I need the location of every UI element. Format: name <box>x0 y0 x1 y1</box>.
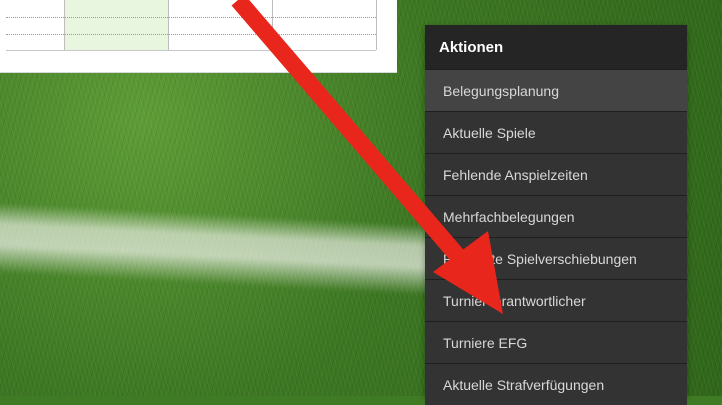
menu-item-pendente-spielverschiebungen[interactable]: Pendente Spielverschiebungen <box>425 237 687 279</box>
actions-menu: Aktionen Belegungsplanung Aktuelle Spiel… <box>425 25 687 405</box>
menu-title: Aktionen <box>425 25 687 69</box>
menu-item-turniere-efg[interactable]: Turniere EFG <box>425 321 687 363</box>
menu-item-aktuelle-spiele[interactable]: Aktuelle Spiele <box>425 111 687 153</box>
table-col-divider <box>272 0 273 50</box>
table-row-divider <box>6 34 376 35</box>
menu-item-fehlende-anspielzeiten[interactable]: Fehlende Anspielzeiten <box>425 153 687 195</box>
table-panel <box>0 0 397 73</box>
table-grid <box>6 0 377 51</box>
highlighted-column <box>64 0 168 50</box>
menu-item-aktuelle-strafverfuegungen[interactable]: Aktuelle Strafverfügungen <box>425 363 687 405</box>
table-col-divider <box>168 0 169 50</box>
table-row-divider <box>6 17 376 18</box>
menu-item-turnierverantwortlicher[interactable]: Turnierverantwortlicher <box>425 279 687 321</box>
table-col-divider <box>376 0 377 50</box>
table-row-divider <box>6 50 376 51</box>
menu-item-mehrfachbelegungen[interactable]: Mehrfachbelegungen <box>425 195 687 237</box>
table-col-divider <box>64 0 65 50</box>
menu-item-belegungsplanung[interactable]: Belegungsplanung <box>425 69 687 111</box>
